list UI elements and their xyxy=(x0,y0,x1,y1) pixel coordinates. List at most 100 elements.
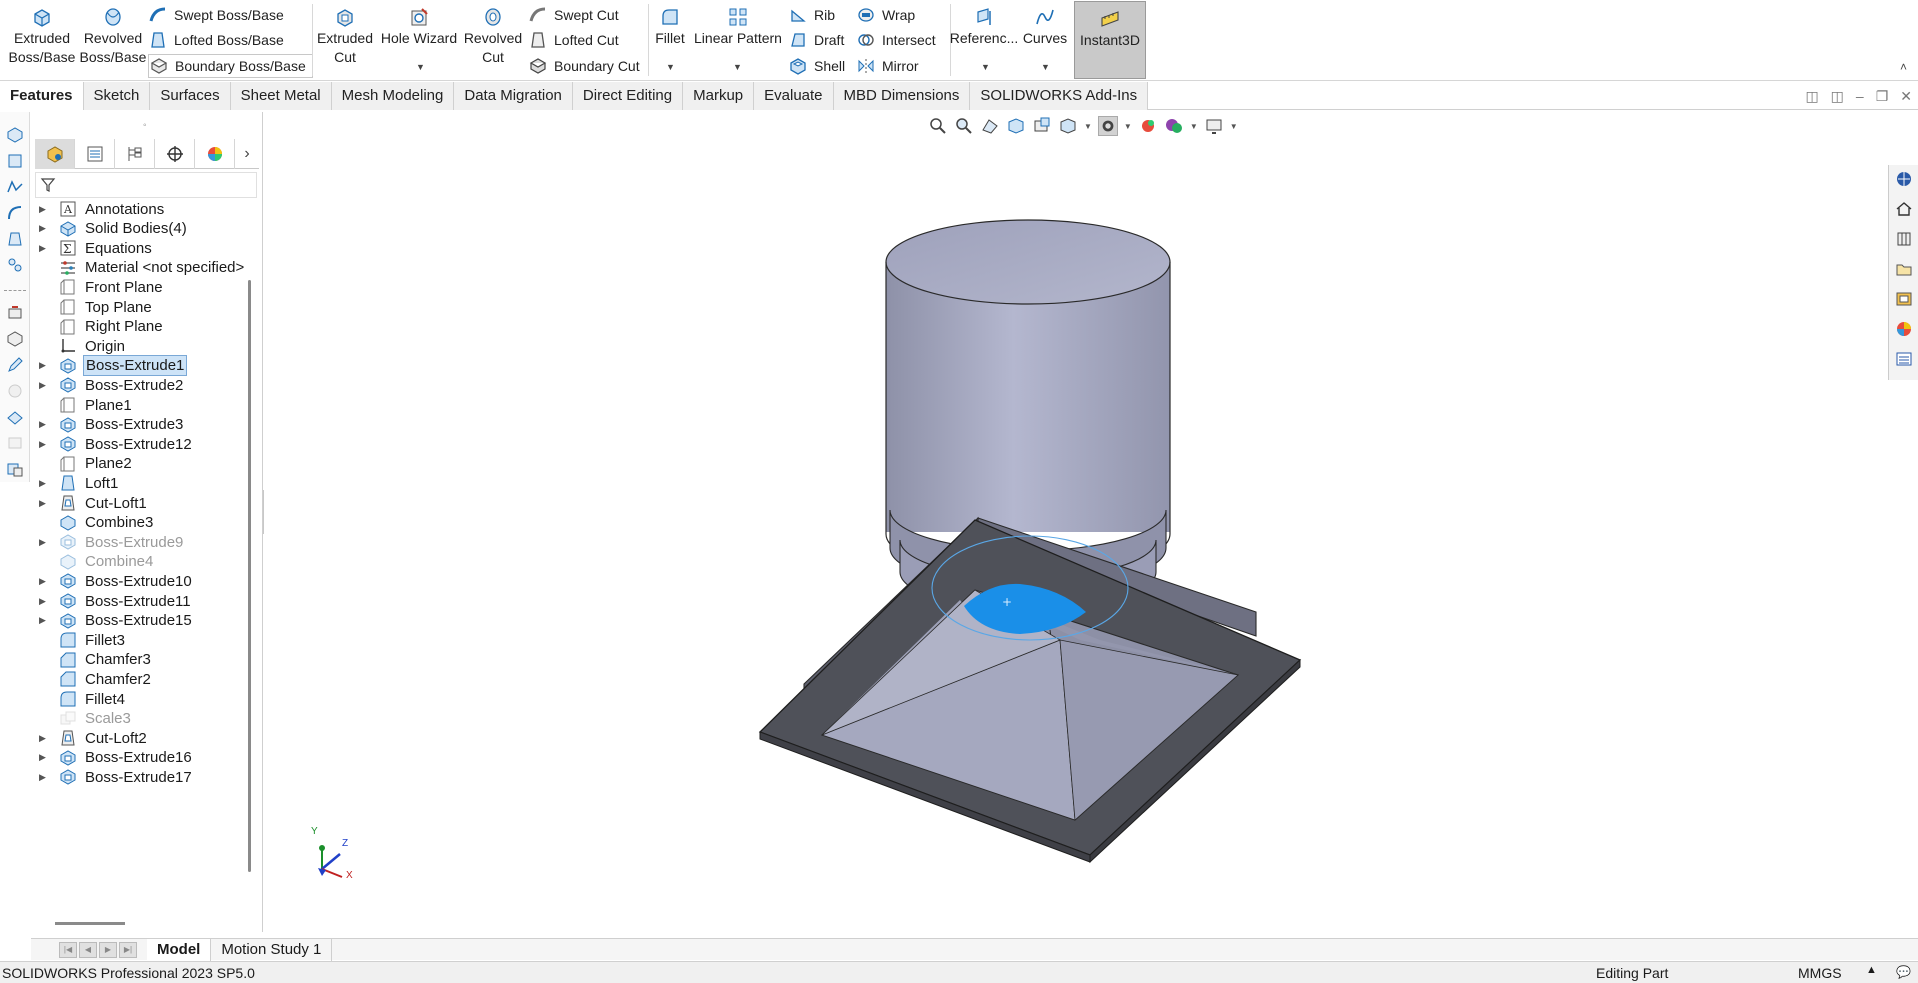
tab-dimxpert-manager[interactable] xyxy=(155,139,195,169)
tree-vertical-scrollbar[interactable] xyxy=(248,280,251,872)
tab-solidworks-add-ins[interactable]: SOLIDWORKS Add-Ins xyxy=(970,82,1149,110)
linear-pattern-button[interactable]: Linear Pattern xyxy=(692,0,784,48)
extruded-cut-button[interactable]: Extruded Cut xyxy=(315,0,375,67)
boundary-boss-button[interactable]: Boundary Boss/Base xyxy=(148,54,313,78)
home-icon[interactable] xyxy=(1895,200,1913,218)
file-explorer-icon[interactable] xyxy=(1895,260,1913,278)
zoom-to-fit-icon[interactable] xyxy=(928,116,948,136)
tab-direct-editing[interactable]: Direct Editing xyxy=(572,82,684,110)
expand-arrow-icon[interactable]: ▶ xyxy=(39,419,53,430)
zoom-to-area-icon[interactable] xyxy=(954,116,974,136)
reference-geometry-button[interactable]: Referenc... xyxy=(950,0,1018,48)
view-orientation-dropdown-icon[interactable]: ▼ xyxy=(1084,122,1092,131)
tile-left-icon[interactable]: ◫ xyxy=(1805,88,1818,105)
tab-sheet-metal[interactable]: Sheet Metal xyxy=(230,82,332,110)
tab-sketch[interactable]: Sketch xyxy=(83,82,151,110)
fillet-button[interactable]: Fillet xyxy=(650,0,690,48)
hide-show-items-icon[interactable] xyxy=(1138,116,1158,136)
panel-grip-icon[interactable]: ◦ xyxy=(143,120,147,131)
expand-arrow-icon[interactable]: ▶ xyxy=(39,576,53,587)
curves-button[interactable]: Curves xyxy=(1018,0,1072,48)
tab-data-migration[interactable]: Data Migration xyxy=(454,82,573,110)
boundary-cut-button[interactable]: Boundary Cut xyxy=(528,54,640,78)
tab-model[interactable]: Model xyxy=(147,938,212,961)
tab-configuration-manager[interactable] xyxy=(115,139,155,169)
tab-display-manager[interactable] xyxy=(195,139,235,169)
loft-shortcut-icon[interactable] xyxy=(6,230,24,248)
view-settings-icon[interactable] xyxy=(1204,116,1224,136)
swept-boss-button[interactable]: Swept Boss/Base xyxy=(148,3,284,27)
revolved-boss-button[interactable]: Revolved Boss/Base xyxy=(78,0,148,67)
extrude-shortcut-icon[interactable] xyxy=(6,126,24,144)
cut-shortcut-icon[interactable] xyxy=(6,152,24,170)
expand-arrow-icon[interactable]: ▶ xyxy=(39,596,53,607)
unit-system-selector[interactable]: MMGS xyxy=(1798,965,1842,981)
appearance-dropdown-icon[interactable]: ▼ xyxy=(1190,122,1198,131)
expand-arrow-icon[interactable]: ▶ xyxy=(39,537,53,548)
fillet-dropdown-icon[interactable]: ▼ xyxy=(666,62,675,72)
expand-arrow-icon[interactable]: ▶ xyxy=(39,752,53,763)
expand-arrow-icon[interactable]: ▶ xyxy=(39,360,53,371)
lofted-boss-button[interactable]: Lofted Boss/Base xyxy=(148,28,284,52)
custom-properties-icon[interactable] xyxy=(1895,350,1913,368)
instant3d-button[interactable]: Instant3D xyxy=(1074,1,1146,79)
scale-shortcut-icon[interactable] xyxy=(6,460,24,478)
restore-icon[interactable]: ❐ xyxy=(1876,88,1889,105)
linear-pattern-dropdown-icon[interactable]: ▼ xyxy=(733,62,742,72)
expand-arrow-icon[interactable]: ▶ xyxy=(39,204,53,215)
tree-horizontal-scrollbar[interactable] xyxy=(55,922,125,925)
tool-shortcut-icon[interactable] xyxy=(6,304,24,322)
edit-shortcut-icon[interactable] xyxy=(6,356,24,374)
tab-property-manager[interactable] xyxy=(75,139,115,169)
dynamic-annotation-icon[interactable] xyxy=(1032,116,1052,136)
feedback-icon[interactable]: 💬 xyxy=(1896,965,1911,979)
next-tab-icon[interactable]: ▶ xyxy=(99,941,117,958)
tab-evaluate[interactable]: Evaluate xyxy=(754,82,834,110)
close-icon[interactable]: ✕ xyxy=(1900,88,1912,105)
sketch-shortcut-icon[interactable] xyxy=(6,178,24,196)
expand-arrow-icon[interactable]: ▶ xyxy=(39,243,53,254)
tree-node[interactable]: ▶ Boss-Extrude17 xyxy=(31,765,247,785)
appearances-icon[interactable] xyxy=(1895,320,1913,338)
unit-menu-arrow-icon[interactable]: ▲ xyxy=(1866,964,1877,976)
expand-arrow-icon[interactable]: ▶ xyxy=(39,733,53,744)
lofted-cut-button[interactable]: Lofted Cut xyxy=(528,28,619,52)
draft-button[interactable]: Draft xyxy=(788,28,844,52)
surface-shortcut-icon[interactable] xyxy=(6,408,24,426)
section-view-icon[interactable] xyxy=(1006,116,1026,136)
cylinder-body[interactable] xyxy=(885,219,1171,577)
collapse-ribbon-icon[interactable]: ˄ xyxy=(1900,60,1907,74)
tab-motion-study-1[interactable]: Motion Study 1 xyxy=(211,938,333,961)
pattern-shortcut-icon[interactable] xyxy=(6,256,24,274)
view-palette-icon[interactable] xyxy=(1895,290,1913,308)
view-settings-dropdown-icon[interactable]: ▼ xyxy=(1230,122,1238,131)
expand-arrow-icon[interactable]: ▶ xyxy=(39,772,53,783)
hole-wizard-dropdown-icon[interactable]: ▼ xyxy=(416,62,425,72)
first-tab-icon[interactable]: |◀ xyxy=(59,941,77,958)
extruded-boss-button[interactable]: Extruded Boss/Base xyxy=(6,0,78,67)
model-view[interactable]: + xyxy=(264,111,1884,938)
edit-appearance-icon[interactable] xyxy=(1164,116,1184,136)
mirror-button[interactable]: Mirror xyxy=(856,54,919,78)
display-style-icon[interactable] xyxy=(1097,116,1118,136)
more-tabs-icon[interactable]: › xyxy=(235,139,259,169)
part-shortcut-icon[interactable] xyxy=(6,330,24,348)
expand-arrow-icon[interactable]: ▶ xyxy=(39,478,53,489)
expand-arrow-icon[interactable]: ▶ xyxy=(39,615,53,626)
revolved-cut-button[interactable]: Revolved Cut xyxy=(462,0,524,67)
tile-right-icon[interactable]: ◫ xyxy=(1831,88,1844,105)
last-tab-icon[interactable]: ▶| xyxy=(119,941,137,958)
tab-surfaces[interactable]: Surfaces xyxy=(150,82,231,110)
minimize-icon[interactable]: – xyxy=(1856,88,1864,105)
tab-feature-tree[interactable] xyxy=(35,139,75,169)
swept-cut-button[interactable]: Swept Cut xyxy=(528,3,619,27)
intersect-button[interactable]: Intersect xyxy=(856,28,936,52)
shell-button[interactable]: Shell xyxy=(788,54,845,78)
solidworks-resources-icon[interactable] xyxy=(1895,170,1913,188)
hole-wizard-button[interactable]: Hole Wizard xyxy=(378,0,460,48)
expand-arrow-icon[interactable]: ▶ xyxy=(39,439,53,450)
expand-arrow-icon[interactable]: ▶ xyxy=(39,498,53,509)
previous-view-icon[interactable] xyxy=(980,116,1000,136)
view-orientation-icon[interactable] xyxy=(1058,116,1078,136)
sweep-shortcut-icon[interactable] xyxy=(6,204,24,222)
